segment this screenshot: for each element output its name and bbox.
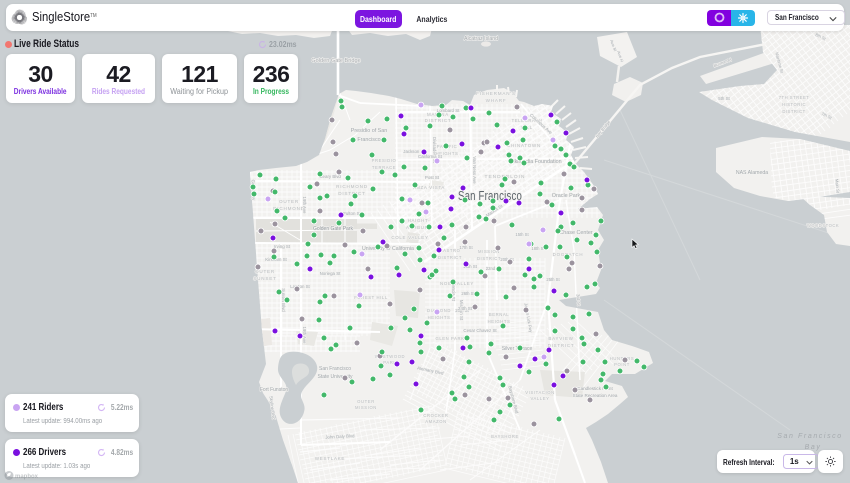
svg-text:Van Ness Ave: Van Ness Ave [472,156,477,184]
svg-text:NOE VALLEY: NOE VALLEY [440,281,474,286]
svg-text:Presidio of San: Presidio of San [351,128,388,134]
svg-text:AMAZON: AMAZON [425,419,447,424]
svg-text:Golden Gate Bridge: Golden Gate Bridge [311,58,360,64]
svg-text:COLE VALLEY: COLE VALLEY [391,235,428,240]
svg-text:Great Hwy: Great Hwy [251,179,257,201]
svg-text:Oracle Park: Oracle Park [552,193,581,199]
svg-text:WESTLAKE: WESTLAKE [315,456,345,461]
svg-text:OUTER: OUTER [357,399,375,404]
svg-text:Francisco: Francisco [357,137,380,143]
svg-text:24th St: 24th St [458,306,473,311]
svg-text:25th St: 25th St [546,277,560,282]
svg-text:RICHMOND: RICHMOND [336,184,368,189]
svg-text:MISSION: MISSION [355,405,377,410]
svg-text:Post St: Post St [425,175,440,180]
svg-text:SUNSET: SUNSET [253,276,276,281]
svg-text:Fort Funston: Fort Funston [260,387,289,393]
svg-text:CHINATOWN: CHINATOWN [507,143,541,148]
svg-text:VALLEY: VALLEY [530,396,549,401]
svg-text:DISTRICT: DISTRICT [438,255,462,260]
svg-text:GLEN PARK: GLEN PARK [435,336,464,341]
svg-text:California St: California St [418,154,443,159]
svg-text:Cesar Chavez St: Cesar Chavez St [463,328,497,333]
svg-text:Golden Gate Park: Golden Gate Park [313,226,354,232]
svg-text:BERNAL: BERNAL [489,312,509,317]
svg-text:BAYSHORE: BAYSHORE [491,434,519,439]
svg-text:7TH STREET: 7TH STREET [779,95,810,100]
svg-text:DISTRICT: DISTRICT [425,118,452,123]
svg-text:BAYVIEW: BAYVIEW [548,336,573,341]
svg-text:Wikimedia Foundation: Wikimedia Foundation [508,159,561,165]
svg-text:CASTRO: CASTRO [439,248,460,253]
svg-text:CROCKER: CROCKER [423,413,448,418]
svg-text:HEIGHTS: HEIGHTS [488,319,511,324]
svg-text:OUTER: OUTER [279,199,299,204]
svg-text:NAS Alameda: NAS Alameda [736,170,768,176]
svg-text:15th St: 15th St [515,232,529,237]
svg-text:Chase Center: Chase Center [559,230,592,236]
svg-text:mapbox: mapbox [15,474,39,480]
svg-text:San Francisco: San Francisco [319,366,351,372]
svg-text:DISTRICT: DISTRICT [477,256,501,261]
svg-text:26th St: 26th St [461,291,475,296]
svg-text:Irving St: Irving St [274,244,291,249]
svg-text:5th St: 5th St [718,96,730,101]
svg-text:Alcatraz Island: Alcatraz Island [464,36,498,42]
svg-text:TERRACE: TERRACE [372,165,396,170]
svg-text:State Recreation Area: State Recreation Area [573,393,618,398]
svg-text:San Francisco: San Francisco [777,433,843,440]
svg-text:VISITACION: VISITACION [525,390,554,395]
svg-text:Lawton St: Lawton St [290,284,310,289]
svg-text:PRESIDIO: PRESIDIO [372,158,397,163]
svg-text:WHARF: WHARF [486,98,507,103]
svg-text:DISTRICT: DISTRICT [782,109,805,114]
svg-text:HISTORIC: HISTORIC [782,102,806,107]
svg-text:HEIGHTS: HEIGHTS [428,315,451,320]
svg-text:FISHERMAN'S: FISHERMAN'S [476,91,516,96]
svg-text:Noriega St: Noriega St [320,271,342,276]
svg-text:19th Ave: 19th Ave [302,196,307,214]
svg-text:DISTRICT: DISTRICT [548,343,575,348]
svg-text:HAIGHT-: HAIGHT- [408,218,431,223]
svg-text:POINT: POINT [614,362,630,367]
svg-text:17th St: 17th St [459,245,473,250]
svg-text:WOODSTOCK: WOODSTOCK [807,223,839,228]
